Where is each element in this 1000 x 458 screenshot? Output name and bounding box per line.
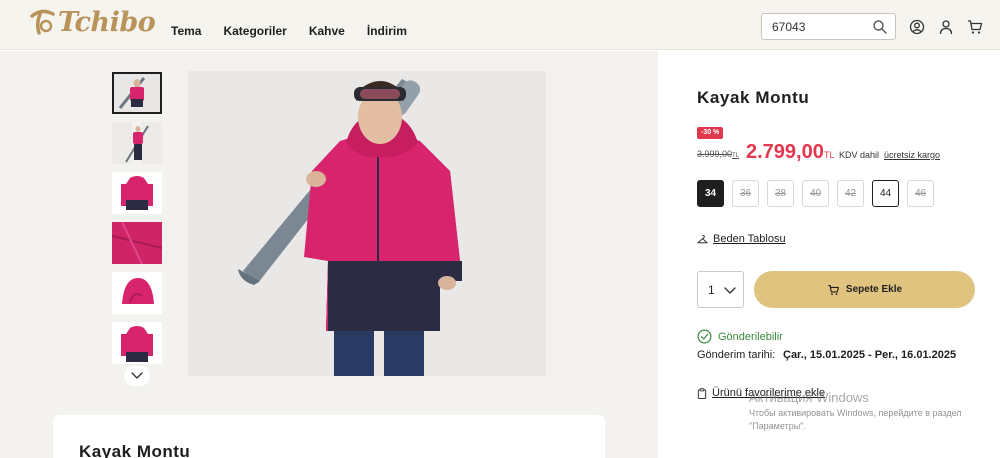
add-to-cart-label: Sepete Ekle: [845, 284, 903, 295]
ski-jacket-photo: [188, 71, 546, 376]
shipping-status-label: Gönderilebilir: [718, 330, 783, 343]
old-price-value: 3.999,00: [697, 149, 733, 159]
shipping-date-label: Gönderim tarihi:: [697, 349, 776, 361]
logo-text: Tchibo: [58, 6, 156, 38]
thumbnail-back-view[interactable]: [112, 322, 162, 364]
size-option-42[interactable]: 42: [837, 180, 864, 207]
vat-label: KDV dahil: [839, 150, 880, 160]
quantity-select[interactable]: 1: [697, 271, 744, 308]
check-circle-icon: [697, 329, 712, 344]
windows-activation-text: Чтобы активировать Windows, перейдите в …: [749, 408, 962, 431]
cart-icon: [828, 284, 839, 295]
size-option-44[interactable]: 44: [872, 180, 899, 207]
product-title: Kayak Montu: [697, 88, 810, 107]
user-circle-icon[interactable]: [909, 19, 925, 35]
old-price-currency: TL: [732, 153, 740, 159]
thumbnail-hood-detail[interactable]: [112, 272, 162, 314]
nav-item-kategoriler[interactable]: Kategoriler: [223, 24, 286, 38]
shipping-date-value: Çar., 15.01.2025 - Per., 16.01.2025: [783, 349, 957, 361]
nav-item-tema[interactable]: Tema: [171, 24, 201, 38]
size-option-38[interactable]: 38: [767, 180, 794, 207]
cart-icon[interactable]: [967, 19, 983, 35]
product-info-card: Kayak Montu: [53, 415, 605, 458]
search-icon[interactable]: [872, 19, 888, 35]
main-nav: Tema Kategoriler Kahve İndirim: [171, 24, 407, 38]
discount-badge: -30 %: [697, 127, 724, 139]
tchibo-logo[interactable]: Tchibo: [26, 5, 156, 39]
clipboard-icon: [697, 387, 707, 399]
new-price: 2.799,00: [746, 141, 824, 163]
tchibo-logo-icon: [30, 9, 55, 35]
site-header: Tchibo Tema Kategoriler Kahve İndirim 67…: [0, 0, 1000, 50]
shipping-status: Gönderilebilir: [697, 329, 783, 344]
free-shipping-link[interactable]: ücretsiz kargo: [884, 150, 940, 160]
thumbnail-full-length[interactable]: [112, 122, 162, 164]
size-option-36[interactable]: 36: [732, 180, 759, 207]
size-option-34[interactable]: 34: [697, 180, 724, 207]
nav-item-indirim[interactable]: İndirim: [367, 24, 407, 38]
chevron-down-icon: [131, 372, 143, 379]
search-value: 67043: [772, 20, 806, 34]
account-icon[interactable]: [938, 19, 954, 35]
chevron-down-icon: [724, 287, 736, 294]
main-product-image[interactable]: [188, 71, 546, 376]
card-title: Kayak Montu: [79, 442, 191, 458]
size-selector: 34 36 38 40 42 44 46: [697, 180, 934, 207]
nav-item-kahve[interactable]: Kahve: [309, 24, 345, 38]
size-option-40[interactable]: 40: [802, 180, 829, 207]
size-chart-link[interactable]: Beden Tablosu: [697, 233, 786, 245]
new-price-currency: TL: [824, 150, 835, 160]
windows-activation-title: Активация Windows: [749, 390, 869, 405]
quantity-value: 1: [708, 283, 715, 297]
add-to-cart-button[interactable]: Sepete Ekle: [754, 271, 975, 308]
old-price: 3.999,00TL: [697, 149, 739, 159]
thumbnail-front-view[interactable]: [112, 72, 162, 114]
size-chart-label: Beden Tablosu: [713, 233, 786, 245]
search-input[interactable]: 67043: [761, 13, 896, 40]
hanger-icon: [697, 234, 708, 243]
thumbnail-scroll-button[interactable]: [124, 366, 150, 386]
thumbnail-fabric-detail[interactable]: [112, 222, 162, 264]
thumbnail-product-front[interactable]: [112, 172, 162, 214]
size-option-46[interactable]: 46: [907, 180, 934, 207]
